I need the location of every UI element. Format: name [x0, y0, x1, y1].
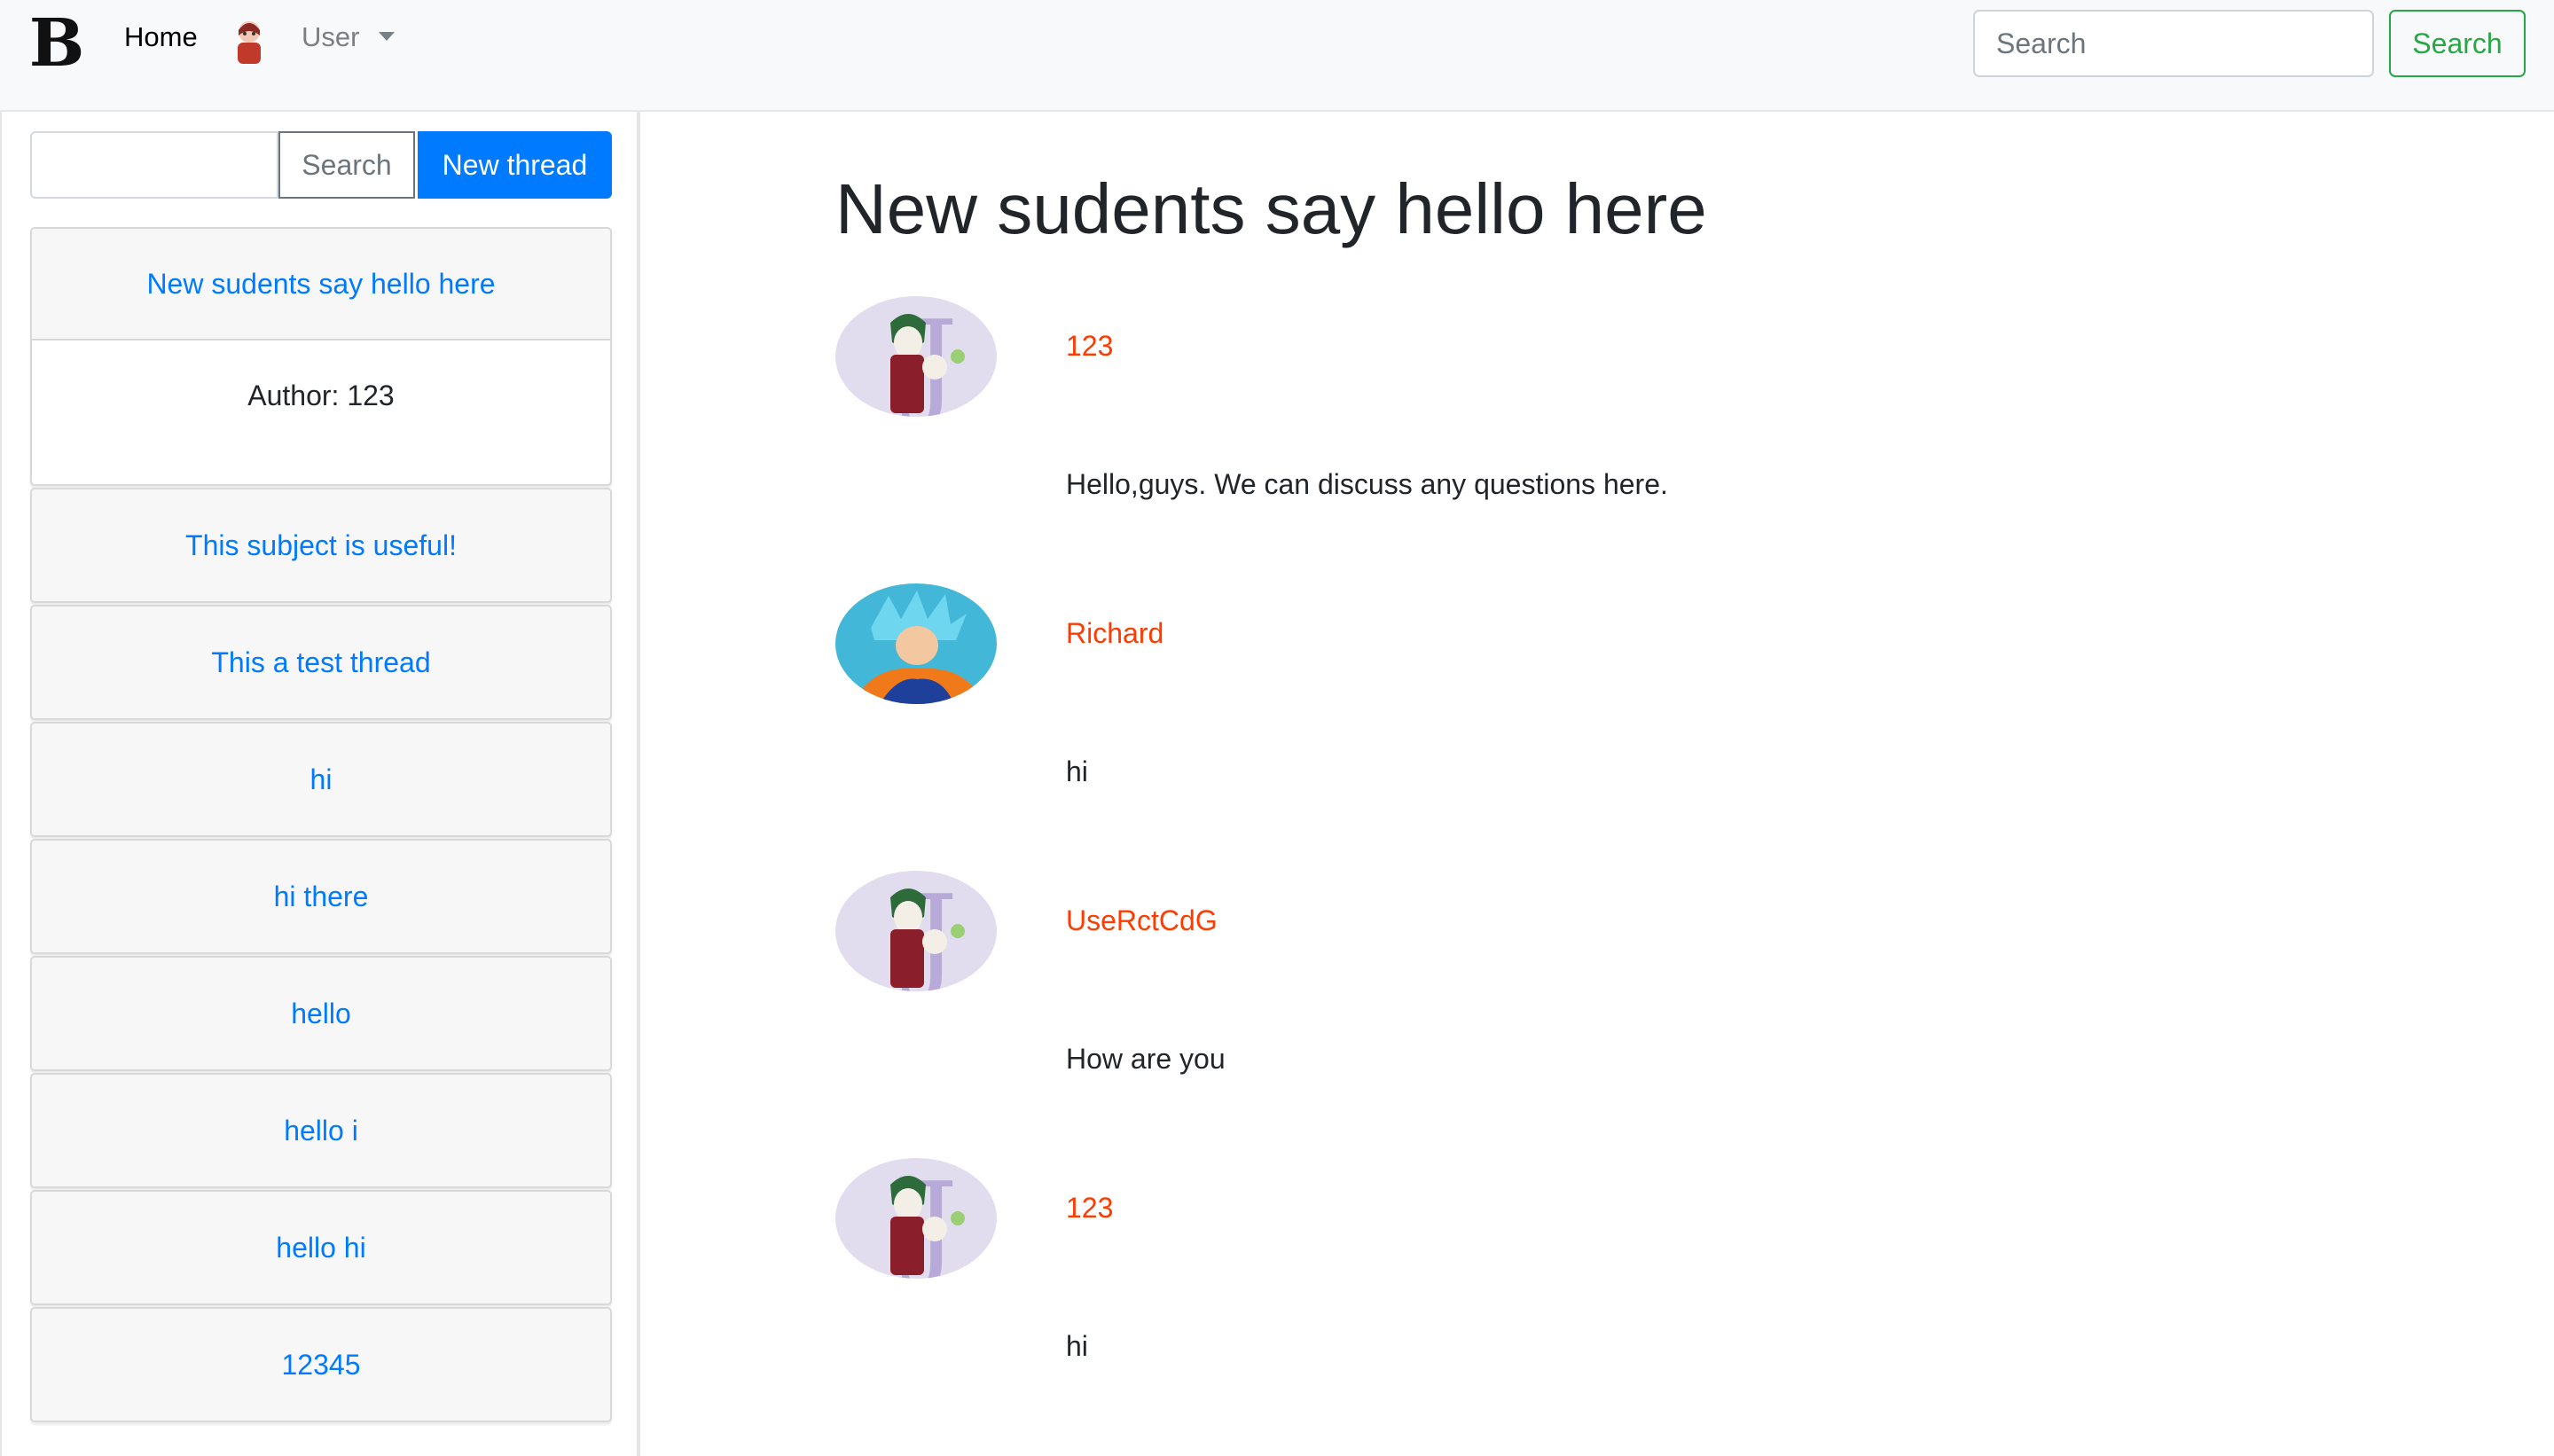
post-content: Hello,guys. We can discuss any questions… [1066, 468, 1668, 500]
svg-text:B: B [30, 12, 83, 74]
post-content: How are you [1066, 1043, 1226, 1075]
navbar-search-input[interactable] [1973, 10, 2374, 77]
brand-logo-icon[interactable]: B [30, 12, 83, 74]
thread-card: hi there [30, 839, 612, 954]
thread-title-link[interactable]: New sudents say hello here [32, 229, 610, 341]
thread-card: New sudents say hello here Author: 123 [30, 227, 612, 486]
thread-title-link[interactable]: hello i [32, 1075, 610, 1186]
post-author-link[interactable]: UseRctCdG [1066, 903, 1218, 938]
post: J 123 Hello,guys. We can discuss any que… [835, 296, 2254, 562]
navbar-search-button[interactable]: Search [2389, 10, 2526, 77]
thread-title-link[interactable]: hello [32, 958, 610, 1069]
thread-sidebar: Search New thread New sudents say hello … [0, 112, 640, 1456]
goku-avatar-icon[interactable] [835, 583, 997, 704]
post-author-link[interactable]: 123 [1066, 1190, 1113, 1225]
chevron-down-icon[interactable] [379, 32, 395, 41]
post: J UseRctCdG How are you [835, 871, 2254, 1137]
joker-avatar-icon[interactable]: J [835, 1158, 997, 1279]
thread-card: This a test thread [30, 605, 612, 720]
thread-title-link[interactable]: This subject is useful! [32, 489, 610, 601]
thread-card: hello [30, 956, 612, 1071]
joker-avatar-icon[interactable]: J [835, 871, 997, 991]
thread-title-link[interactable]: hi [32, 724, 610, 835]
thread-card: hello i [30, 1073, 612, 1188]
user-avatar-icon[interactable] [229, 18, 270, 67]
thread-author: Author: 123 [32, 341, 610, 484]
post-author-link[interactable]: 123 [1066, 328, 1113, 364]
thread-title: New sudents say hello here [835, 169, 1707, 248]
thread-list: New sudents say hello here Author: 123 T… [30, 227, 612, 1424]
post: J 123 hi [835, 1158, 2254, 1424]
post-content: hi [1066, 755, 1088, 787]
user-dropdown-toggle[interactable]: User [302, 18, 359, 57]
thread-title-link[interactable]: 12345 [32, 1309, 610, 1421]
thread-card: This subject is useful! [30, 488, 612, 603]
nav-home-link[interactable]: Home [124, 18, 198, 57]
thread-title-link[interactable]: This a test thread [32, 607, 610, 718]
joker-avatar-icon[interactable]: J [835, 296, 997, 417]
thread-card: hello hi [30, 1190, 612, 1305]
thread-card: hi [30, 722, 612, 837]
thread-search-button[interactable]: Search [278, 131, 415, 199]
post-content: hi [1066, 1330, 1088, 1362]
top-navbar: B Home User Search [0, 0, 2554, 112]
post: Richard hi [835, 583, 2254, 849]
thread-search-input[interactable] [30, 131, 278, 199]
new-thread-button[interactable]: New thread [418, 131, 612, 199]
post-author-link[interactable]: Richard [1066, 615, 1163, 651]
thread-title-link[interactable]: hi there [32, 841, 610, 952]
thread-card: 12345 [30, 1307, 612, 1422]
thread-title-link[interactable]: hello hi [32, 1192, 610, 1303]
